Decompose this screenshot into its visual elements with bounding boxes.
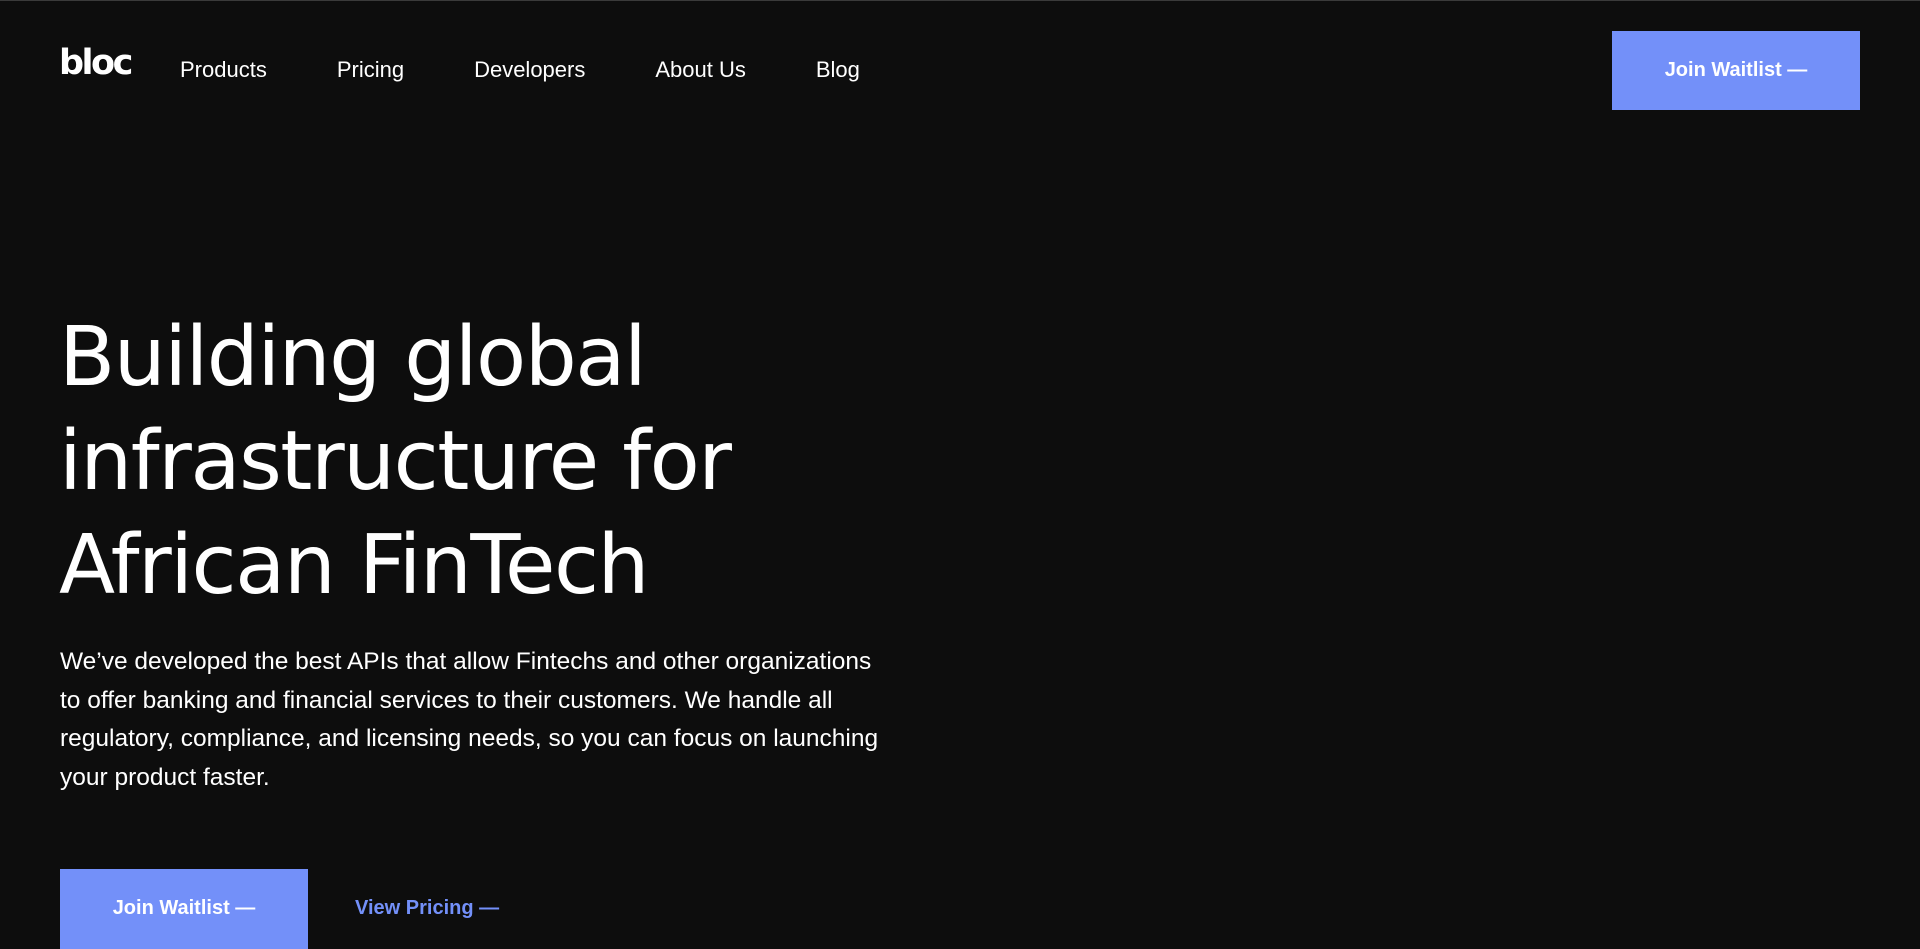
- view-pricing-link[interactable]: View Pricing —: [355, 897, 499, 920]
- hero-title-line: African FinTech: [59, 518, 650, 613]
- nav-developers[interactable]: Developers: [474, 57, 585, 83]
- hero-description-line: to offer banking and financial services …: [60, 686, 833, 714]
- hero-description-line: your product faster.: [60, 763, 270, 791]
- main-nav: Products Pricing Developers About Us Blo…: [180, 57, 860, 83]
- hero-title-line: Building global: [59, 310, 647, 405]
- nav-products[interactable]: Products: [180, 57, 267, 83]
- join-waitlist-hero-button[interactable]: Join Waitlist —: [60, 869, 308, 949]
- nav-pricing[interactable]: Pricing: [337, 57, 404, 83]
- hero-description-line: We’ve developed the best APIs that allow…: [60, 648, 872, 675]
- hero-description-line: regulatory, compliance, and licensing ne…: [60, 725, 879, 752]
- hero-title-line: infrastructure for: [59, 414, 732, 509]
- join-waitlist-header-button[interactable]: Join Waitlist —: [1612, 31, 1860, 110]
- hero-description: We’ve developed the best APIs that allow…: [60, 643, 960, 797]
- nav-about-us[interactable]: About Us: [655, 57, 746, 83]
- top-border: [0, 0, 1920, 1]
- nav-blog[interactable]: Blog: [816, 57, 860, 83]
- bloc-logo[interactable]: bloc: [59, 41, 133, 85]
- hero-title: Building global infrastructure for Afric…: [59, 306, 959, 618]
